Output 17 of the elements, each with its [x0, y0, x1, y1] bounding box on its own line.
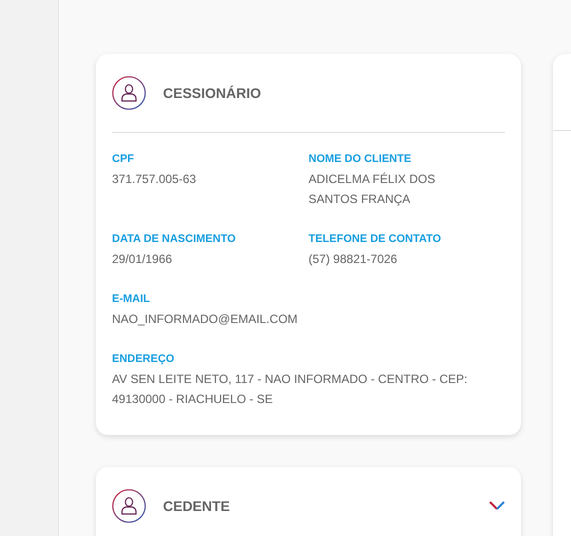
field-value: 371.757.005-63 — [112, 171, 198, 188]
section-title: CESSIONÁRIO — [163, 85, 262, 101]
field-label: TELEFONE DE CONTATO — [308, 233, 442, 245]
section-title: CEDENTE — [163, 498, 231, 514]
field-value: (57) 98821-7026 — [308, 251, 398, 268]
field-value: 29/01/1966 — [112, 251, 174, 268]
field-label: NOME DO CLIENTE — [308, 153, 412, 165]
field-label: ENDEREÇO — [112, 353, 176, 365]
field-label: DATA DE NASCIMENTO — [112, 233, 237, 245]
field-value: ADICELMA FÉLIX DOS SANTOS FRANÇA — [308, 171, 436, 208]
chevron-down-icon[interactable] — [489, 501, 505, 511]
field-value: AV SEN LEITE NETO, 117 - NAO INFORMADO - CENTRO - CEP: 49130000 - RIACHUELO - SE — [112, 371, 468, 408]
person-icon — [112, 489, 146, 523]
field-label: CPF — [112, 153, 135, 165]
field-label: E-MAIL — [112, 293, 151, 305]
person-icon — [112, 76, 146, 110]
field-value: NAO_INFORMADO@EMAIL.COM — [112, 311, 299, 328]
